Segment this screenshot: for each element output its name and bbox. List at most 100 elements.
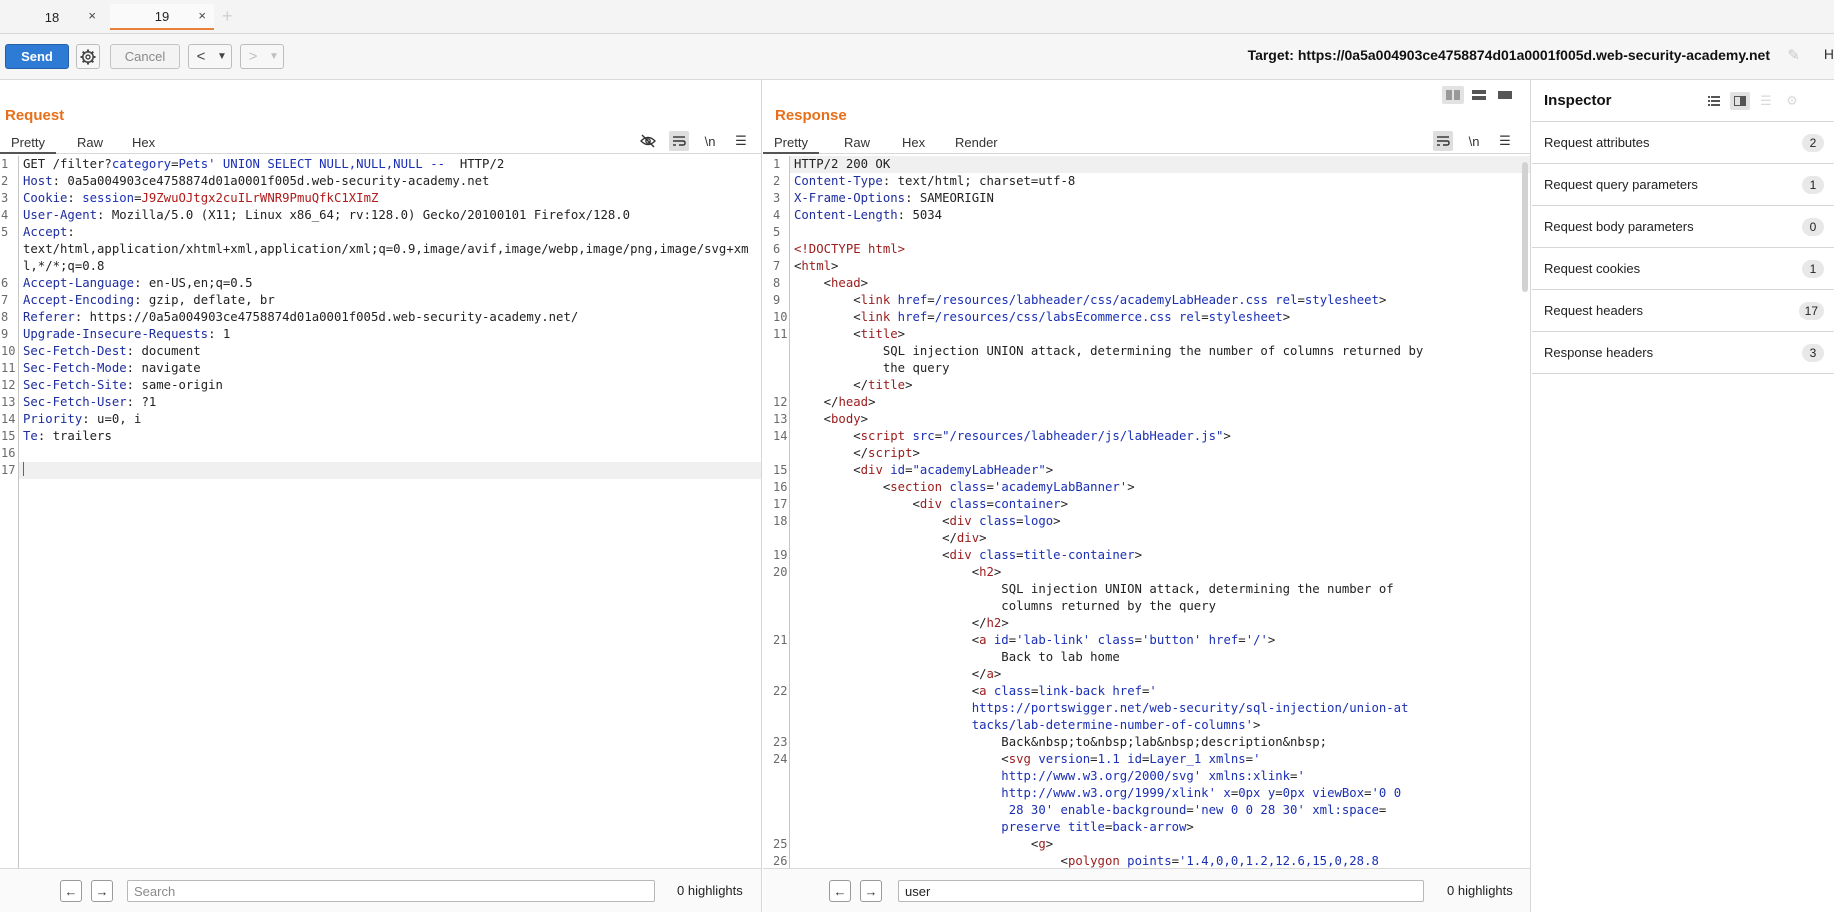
code-line[interactable]: </script>: [763, 445, 1530, 462]
tab-19[interactable]: 19 ×: [110, 4, 214, 30]
arrow-left-icon[interactable]: ←: [829, 880, 851, 902]
code-line[interactable]: 24 <svg version=1.1 id=Layer_1 xmlns=': [763, 751, 1530, 768]
inspector-row-request-query-parameters[interactable]: Request query parameters 1: [1532, 164, 1834, 206]
chevron-left-icon[interactable]: <: [189, 48, 213, 65]
code-line[interactable]: SQL injection UNION attack, determining …: [763, 343, 1530, 360]
inspector-row-response-headers[interactable]: Response headers 3: [1532, 332, 1834, 374]
code-line[interactable]: 11 Sec-Fetch-Mode: navigate: [0, 360, 761, 377]
arrow-right-icon[interactable]: →: [91, 880, 113, 902]
target-label[interactable]: Target: https://0a5a004903ce4758874d01a0…: [1248, 47, 1770, 63]
tab-18[interactable]: 18 ×: [0, 4, 104, 30]
code-line[interactable]: 13 <body>: [763, 411, 1530, 428]
code-line[interactable]: 23 Back&nbsp;to&nbsp;lab&nbsp;descriptio…: [763, 734, 1530, 751]
layout-tabs-icon[interactable]: [1494, 86, 1516, 104]
response-scrollbar[interactable]: [1522, 162, 1528, 292]
code-line[interactable]: 10 <link href=/resources/css/labsEcommer…: [763, 309, 1530, 326]
cancel-button[interactable]: Cancel: [110, 44, 180, 69]
code-line[interactable]: 2 Host: 0a5a004903ce4758874d01a0001f005d.…: [0, 173, 761, 190]
tab-hex[interactable]: Hex: [891, 132, 936, 154]
tab-raw[interactable]: Raw: [66, 132, 114, 154]
code-line[interactable]: 14 Priority: u=0, i: [0, 411, 761, 428]
code-line[interactable]: 7 Accept-Encoding: gzip, deflate, br: [0, 292, 761, 309]
inspector-row-request-attributes[interactable]: Request attributes 2: [1532, 122, 1834, 164]
code-line[interactable]: 13 Sec-Fetch-User: ?1: [0, 394, 761, 411]
code-line[interactable]: </a>: [763, 666, 1530, 683]
code-line[interactable]: </h2>: [763, 615, 1530, 632]
wrap-lines-icon[interactable]: [669, 131, 689, 151]
send-button[interactable]: Send: [5, 44, 69, 69]
code-line[interactable]: 5 Accept:: [0, 224, 761, 241]
code-line[interactable]: 1 HTTP/2 200 OK: [763, 156, 1530, 173]
code-line[interactable]: 12 </head>: [763, 394, 1530, 411]
tab-render[interactable]: Render: [944, 132, 1009, 154]
close-icon[interactable]: ×: [88, 8, 96, 23]
code-line[interactable]: 20 <h2>: [763, 564, 1530, 581]
newline-icon[interactable]: \n: [1464, 131, 1484, 151]
code-line[interactable]: 16: [0, 445, 761, 462]
code-line[interactable]: 5: [763, 224, 1530, 241]
code-line[interactable]: 6 <!DOCTYPE html>: [763, 241, 1530, 258]
close-icon[interactable]: ×: [198, 8, 206, 23]
inspector-row-request-cookies[interactable]: Request cookies 1: [1532, 248, 1834, 290]
tab-pretty[interactable]: Pretty: [763, 132, 819, 154]
code-line[interactable]: the query: [763, 360, 1530, 377]
code-line[interactable]: Back to lab home: [763, 649, 1530, 666]
code-line[interactable]: 8 <head>: [763, 275, 1530, 292]
code-line[interactable]: 14 <script src="/resources/labheader/js/…: [763, 428, 1530, 445]
arrow-left-icon[interactable]: ←: [60, 880, 82, 902]
history-back-group[interactable]: < ▼: [188, 44, 232, 69]
inspector-row-request-headers[interactable]: Request headers 17: [1532, 290, 1834, 332]
chevron-right-icon[interactable]: >: [241, 48, 265, 65]
code-line[interactable]: 9 <link href=/resources/labheader/css/ac…: [763, 292, 1530, 309]
code-line[interactable]: 1 GET /filter?category=Pets' UNION SELECT…: [0, 156, 761, 173]
panel-view-icon[interactable]: [1730, 92, 1750, 110]
history-forward-group[interactable]: > ▼: [240, 44, 284, 69]
code-line[interactable]: columns returned by the query: [763, 598, 1530, 615]
code-line[interactable]: 6 Accept-Language: en-US,en;q=0.5: [0, 275, 761, 292]
request-editor[interactable]: 1 GET /filter?category=Pets' UNION SELECT…: [0, 156, 761, 868]
newline-icon[interactable]: \n: [700, 131, 720, 151]
truncated-menu-label[interactable]: H: [1824, 46, 1834, 62]
code-line[interactable]: 7 <html>: [763, 258, 1530, 275]
code-line[interactable]: text/html,application/xhtml+xml,applicat…: [0, 241, 761, 275]
layout-side-by-side-icon[interactable]: [1442, 86, 1464, 104]
collapse-icon[interactable]: ☰: [1756, 92, 1776, 110]
code-line[interactable]: 19 <div class=title-container>: [763, 547, 1530, 564]
code-line[interactable]: 8 Referer: https://0a5a004903ce4758874d01…: [0, 309, 761, 326]
code-line[interactable]: 25 <g>: [763, 836, 1530, 853]
code-line[interactable]: 28 30' enable-background='new 0 0 28 30'…: [763, 802, 1530, 819]
settings-icon[interactable]: ⚙: [1782, 92, 1802, 110]
caret-down-icon[interactable]: ▼: [213, 51, 231, 62]
code-line[interactable]: 4 Content-Length: 5034: [763, 207, 1530, 224]
code-line[interactable]: http://www.w3.org/2000/svg' xmlns:xlink=…: [763, 768, 1530, 785]
code-line[interactable]: 9 Upgrade-Insecure-Requests: 1: [0, 326, 761, 343]
tab-pretty[interactable]: Pretty: [0, 132, 56, 154]
tab-hex[interactable]: Hex: [121, 132, 166, 154]
code-line[interactable]: </title>: [763, 377, 1530, 394]
code-line[interactable]: tacks/lab-determine-number-of-columns'>: [763, 717, 1530, 734]
code-line[interactable]: 11 <title>: [763, 326, 1530, 343]
response-editor[interactable]: 1 HTTP/2 200 OK 2 Content-Type: text/html; …: [763, 156, 1530, 868]
layout-stacked-icon[interactable]: [1468, 86, 1490, 104]
code-line[interactable]: 2 Content-Type: text/html; charset=utf-8: [763, 173, 1530, 190]
arrow-right-icon[interactable]: →: [860, 880, 882, 902]
hamburger-menu-icon[interactable]: ☰: [731, 131, 751, 151]
code-line[interactable]: 16 <section class='academyLabBanner'>: [763, 479, 1530, 496]
code-line[interactable]: 17 <div class=container>: [763, 496, 1530, 513]
caret-down-icon[interactable]: ▼: [265, 51, 283, 62]
code-line[interactable]: http://www.w3.org/1999/xlink' x=0px y=0p…: [763, 785, 1530, 802]
code-line[interactable]: 18 <div class=logo>: [763, 513, 1530, 530]
code-line[interactable]: preserve title=back-arrow>: [763, 819, 1530, 836]
code-line[interactable]: 26 <polygon points='1.4,0,0,1.2,12.6,15,…: [763, 853, 1530, 868]
request-search-input[interactable]: [127, 880, 655, 902]
edit-target-icon[interactable]: ✎: [1787, 46, 1800, 64]
code-line[interactable]: 17: [0, 462, 761, 479]
response-search-input[interactable]: [898, 880, 1424, 902]
code-line[interactable]: https://portswigger.net/web-security/sql…: [763, 700, 1530, 717]
eye-off-icon[interactable]: [638, 131, 658, 151]
code-line[interactable]: 3 X-Frame-Options: SAMEORIGIN: [763, 190, 1530, 207]
code-line[interactable]: 21 <a id='lab-link' class='button' href=…: [763, 632, 1530, 649]
code-line[interactable]: 15 Te: trailers: [0, 428, 761, 445]
code-line[interactable]: 4 User-Agent: Mozilla/5.0 (X11; Linux x86…: [0, 207, 761, 224]
code-line[interactable]: 3 Cookie: session=J9ZwuOJtgx2cuILrWNR9Pmu…: [0, 190, 761, 207]
